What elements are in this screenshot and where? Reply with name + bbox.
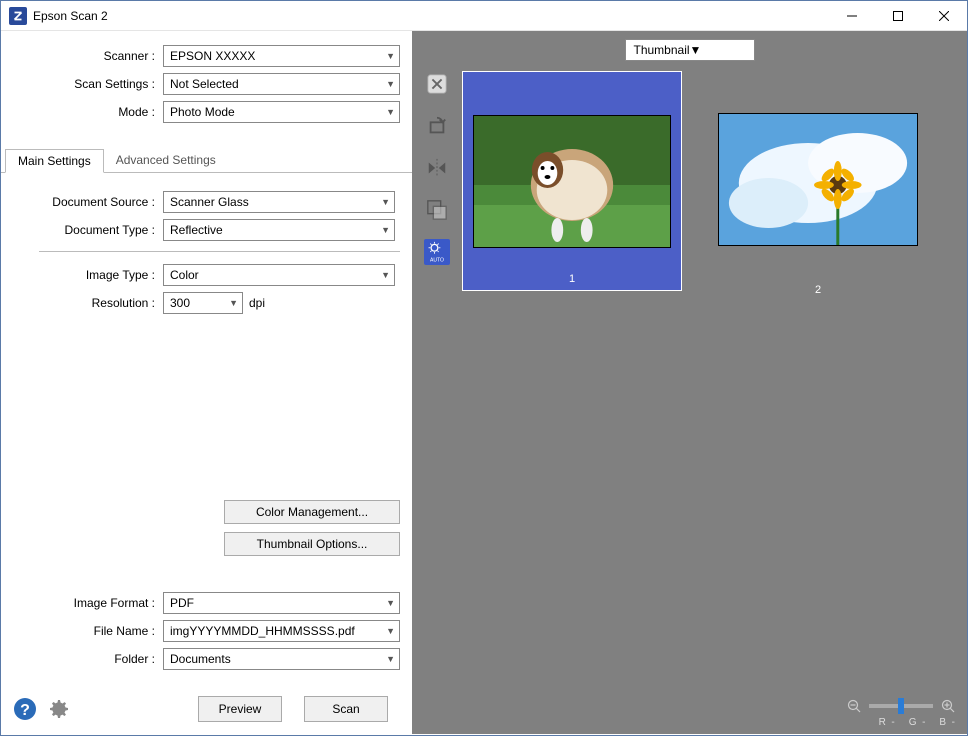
document-type-select[interactable]: Reflective▼ — [163, 219, 395, 241]
zoom-in-icon[interactable] — [941, 699, 955, 713]
chevron-down-icon: ▼ — [386, 626, 395, 636]
thumbnail-1-label: 1 — [569, 273, 575, 285]
app-logo-icon — [9, 7, 27, 25]
scan-settings-select[interactable]: Not Selected▼ — [163, 73, 400, 95]
chevron-down-icon: ▼ — [381, 197, 390, 207]
svg-text:AUTO: AUTO — [430, 257, 444, 263]
document-source-select[interactable]: Scanner Glass▼ — [163, 191, 395, 213]
tab-bar: Main Settings Advanced Settings — [1, 149, 412, 173]
thumbnail-2-image — [718, 113, 918, 246]
image-type-label: Image Type : — [13, 268, 163, 282]
scanner-label: Scanner : — [13, 49, 163, 63]
preview-view-select[interactable]: Thumbnail▼ — [625, 39, 755, 61]
settings-pane: Scanner : EPSON XXXXX▼ Scan Settings : N… — [1, 31, 412, 734]
document-source-label: Document Source : — [13, 195, 163, 209]
maximize-button[interactable] — [875, 1, 921, 31]
thumbnail-options-button[interactable]: Thumbnail Options... — [224, 532, 400, 556]
scanner-select[interactable]: EPSON XXXXX▼ — [163, 45, 400, 67]
image-format-select[interactable]: PDF▼ — [163, 592, 400, 614]
chevron-down-icon: ▼ — [381, 270, 390, 280]
chevron-down-icon: ▼ — [386, 107, 395, 117]
image-type-select[interactable]: Color▼ — [163, 264, 395, 286]
close-marquee-icon[interactable] — [424, 71, 450, 97]
settings-gear-icon[interactable] — [47, 697, 71, 721]
close-button[interactable] — [921, 1, 967, 31]
select-all-icon[interactable] — [424, 197, 450, 223]
mode-label: Mode : — [13, 105, 163, 119]
document-type-label: Document Type : — [13, 223, 163, 237]
thumbnail-2[interactable] — [708, 113, 928, 246]
preview-pane: Thumbnail▼ AUTO — [412, 31, 967, 734]
file-name-select[interactable]: imgYYYYMMDD_HHMMSSSS.pdf▼ — [163, 620, 400, 642]
tab-advanced-settings[interactable]: Advanced Settings — [104, 149, 228, 172]
resolution-label: Resolution : — [13, 296, 163, 310]
thumbnail-1[interactable] — [462, 71, 682, 291]
chevron-down-icon: ▼ — [386, 654, 395, 664]
minimize-button[interactable] — [829, 1, 875, 31]
chevron-down-icon: ▼ — [229, 298, 238, 308]
mode-select[interactable]: Photo Mode▼ — [163, 101, 400, 123]
svg-text:?: ? — [20, 702, 30, 719]
thumbnail-1-image — [473, 115, 671, 248]
rotate-icon[interactable] — [424, 113, 450, 139]
tab-main-settings[interactable]: Main Settings — [5, 149, 104, 173]
zoom-out-icon[interactable] — [847, 699, 861, 713]
auto-exposure-icon[interactable]: AUTO — [424, 239, 450, 265]
folder-label: Folder : — [13, 652, 163, 666]
dpi-unit: dpi — [249, 296, 265, 310]
divider — [39, 251, 400, 252]
thumbnail-2-label: 2 — [815, 284, 821, 296]
preview-button[interactable]: Preview — [198, 696, 282, 722]
image-format-label: Image Format : — [13, 596, 163, 610]
titlebar: Epson Scan 2 — [1, 1, 967, 31]
mirror-icon[interactable] — [424, 155, 450, 181]
chevron-down-icon: ▼ — [386, 51, 395, 61]
scan-button[interactable]: Scan — [304, 696, 388, 722]
window-title: Epson Scan 2 — [33, 9, 829, 23]
folder-select[interactable]: Documents▼ — [163, 648, 400, 670]
file-name-label: File Name : — [13, 624, 163, 638]
zoom-slider-thumb[interactable] — [898, 698, 904, 714]
help-icon[interactable]: ? — [13, 697, 37, 721]
color-management-button[interactable]: Color Management... — [224, 500, 400, 524]
preview-toolbar: AUTO — [420, 67, 454, 726]
chevron-down-icon: ▼ — [381, 225, 390, 235]
scan-settings-label: Scan Settings : — [13, 77, 163, 91]
preview-status-bar: R - G - B - — [847, 699, 955, 728]
zoom-slider[interactable] — [869, 704, 933, 708]
chevron-down-icon: ▼ — [386, 79, 395, 89]
chevron-down-icon: ▼ — [386, 598, 395, 608]
resolution-select[interactable]: 300▼ — [163, 292, 243, 314]
chevron-down-icon: ▼ — [690, 43, 702, 57]
